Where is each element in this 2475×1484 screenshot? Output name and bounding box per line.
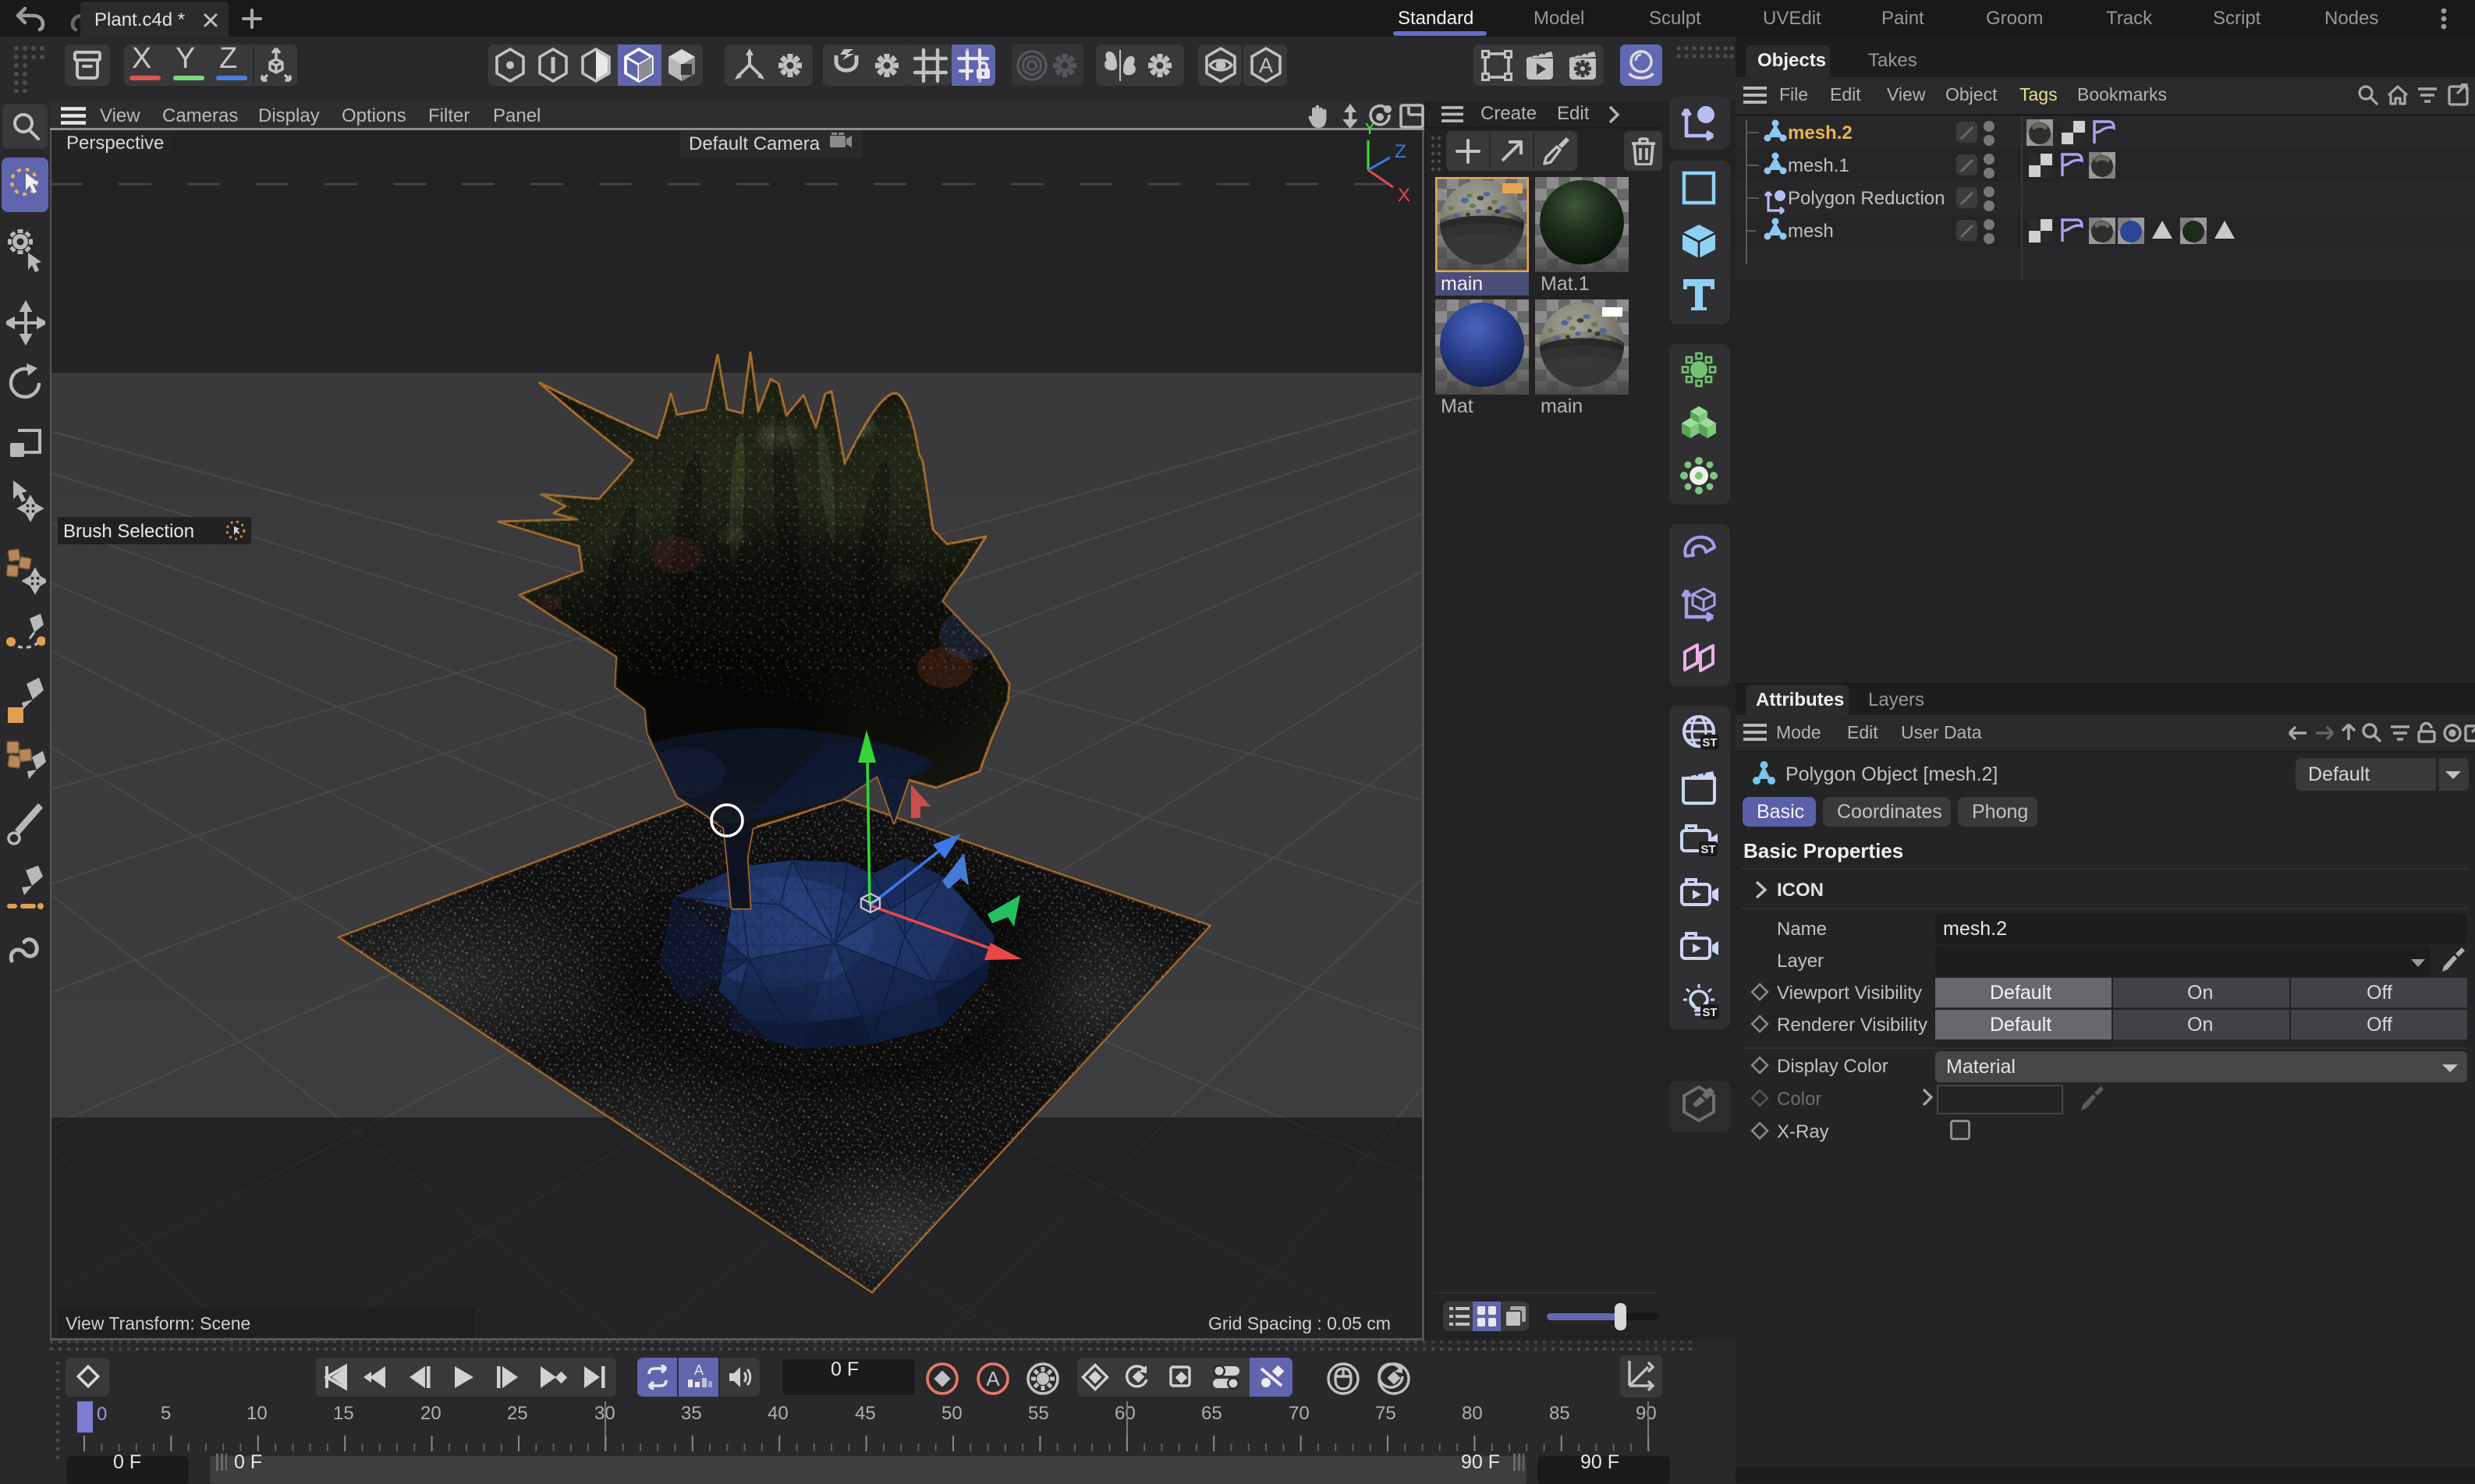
- svg-text:Y: Y: [1363, 123, 1376, 139]
- svg-text:A: A: [1259, 54, 1273, 77]
- svg-text:A: A: [694, 1362, 704, 1378]
- svg-text:ST: ST: [1700, 843, 1715, 856]
- svg-text:Z: Z: [1395, 141, 1406, 162]
- svg-text:X: X: [1398, 185, 1410, 206]
- svg-text:ST: ST: [1702, 736, 1717, 749]
- svg-text:ST: ST: [1702, 1006, 1717, 1019]
- svg-text:A: A: [986, 1367, 1000, 1390]
